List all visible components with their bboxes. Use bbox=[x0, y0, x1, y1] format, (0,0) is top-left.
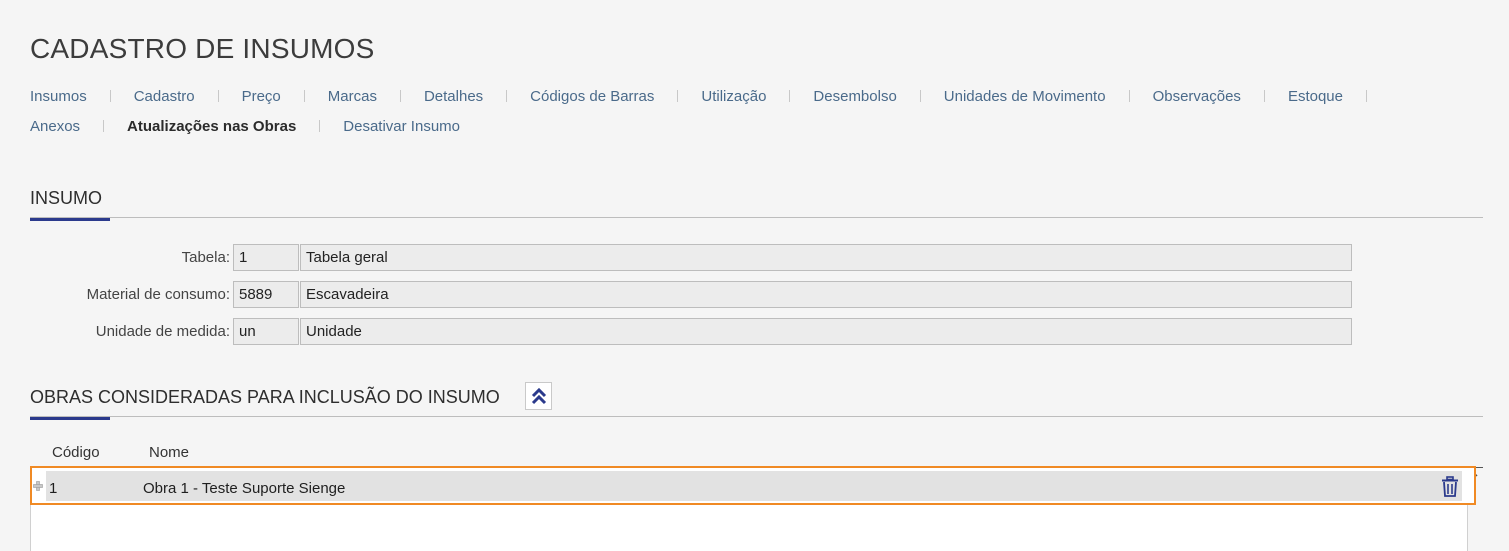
section-divider bbox=[30, 416, 1483, 417]
nav-divider bbox=[789, 90, 791, 102]
table-row[interactable]: 1 Obra 1 - Teste Suporte Sienge bbox=[30, 466, 1476, 505]
nav-row-1: Insumos Cadastro Preço Marcas Detalhes C… bbox=[30, 86, 1490, 106]
field-tabela: Tabela: 1 Tabela geral bbox=[30, 243, 1352, 272]
nav-divider bbox=[506, 90, 508, 102]
nav-divider bbox=[319, 120, 321, 132]
tab-cadastro[interactable]: Cadastro bbox=[134, 88, 195, 105]
tab-desativar-insumo[interactable]: Desativar Insumo bbox=[343, 118, 460, 135]
tabela-description-field[interactable]: Tabela geral bbox=[300, 244, 1352, 271]
material-description-field[interactable]: Escavadeira bbox=[300, 281, 1352, 308]
nav-divider bbox=[1128, 90, 1130, 102]
field-label: Material de consumo: bbox=[86, 286, 230, 303]
trash-icon[interactable] bbox=[1440, 476, 1460, 498]
nav-divider bbox=[103, 120, 105, 132]
tab-unidades-de-movimento[interactable]: Unidades de Movimento bbox=[944, 88, 1106, 105]
unidade-code-field[interactable]: un bbox=[233, 318, 299, 345]
section-divider bbox=[30, 217, 1483, 218]
tab-anexos[interactable]: Anexos bbox=[30, 118, 80, 135]
tab-detalhes[interactable]: Detalhes bbox=[424, 88, 483, 105]
nav-divider bbox=[677, 90, 679, 102]
tab-utilizacao[interactable]: Utilização bbox=[701, 88, 766, 105]
nav-divider bbox=[1365, 90, 1367, 102]
column-header-nome[interactable]: Nome bbox=[149, 444, 189, 461]
unidade-description-field[interactable]: Unidade bbox=[300, 318, 1352, 345]
tab-preco[interactable]: Preço bbox=[242, 88, 281, 105]
section-accent-bar bbox=[30, 417, 110, 420]
column-header-codigo[interactable]: Código bbox=[52, 444, 100, 461]
nav-divider bbox=[109, 90, 111, 102]
row-code-cell: 1 bbox=[49, 480, 58, 497]
tab-navigation: Insumos Cadastro Preço Marcas Detalhes C… bbox=[30, 86, 1490, 146]
grid-body bbox=[30, 505, 1468, 551]
nav-divider bbox=[919, 90, 921, 102]
nav-row-2: Anexos Atualizações nas Obras Desativar … bbox=[30, 116, 1490, 136]
material-code-field[interactable]: 5889 bbox=[233, 281, 299, 308]
obras-section-title: OBRAS CONSIDERADAS PARA INCLUSÃO DO INSU… bbox=[30, 387, 500, 407]
tab-marcas[interactable]: Marcas bbox=[328, 88, 377, 105]
tab-desembolso[interactable]: Desembolso bbox=[813, 88, 896, 105]
nav-divider bbox=[399, 90, 401, 102]
field-label: Tabela: bbox=[181, 249, 230, 266]
field-label: Unidade de medida: bbox=[95, 323, 230, 340]
expand-row-icon[interactable] bbox=[33, 481, 43, 491]
nav-divider bbox=[1263, 90, 1265, 102]
tab-codigos-de-barras[interactable]: Códigos de Barras bbox=[530, 88, 654, 105]
tab-atualizacoes-nas-obras[interactable]: Atualizações nas Obras bbox=[127, 118, 296, 135]
page-title: CADASTRO DE INSUMOS bbox=[30, 33, 375, 64]
tab-estoque[interactable]: Estoque bbox=[1288, 88, 1343, 105]
field-unidade-de-medida: Unidade de medida: un Unidade bbox=[30, 317, 1352, 346]
collapse-section-button[interactable] bbox=[525, 382, 552, 410]
double-chevron-up-icon bbox=[531, 387, 546, 405]
nav-divider bbox=[217, 90, 219, 102]
field-material-de-consumo: Material de consumo: 5889 Escavadeira bbox=[30, 280, 1352, 309]
insumo-section-title: INSUMO bbox=[30, 188, 102, 208]
row-name-cell: Obra 1 - Teste Suporte Sienge bbox=[143, 480, 346, 497]
tab-observacoes[interactable]: Observações bbox=[1153, 88, 1241, 105]
tab-insumos[interactable]: Insumos bbox=[30, 88, 87, 105]
tabela-code-field[interactable]: 1 bbox=[233, 244, 299, 271]
nav-divider bbox=[303, 90, 305, 102]
section-accent-bar bbox=[30, 218, 110, 221]
